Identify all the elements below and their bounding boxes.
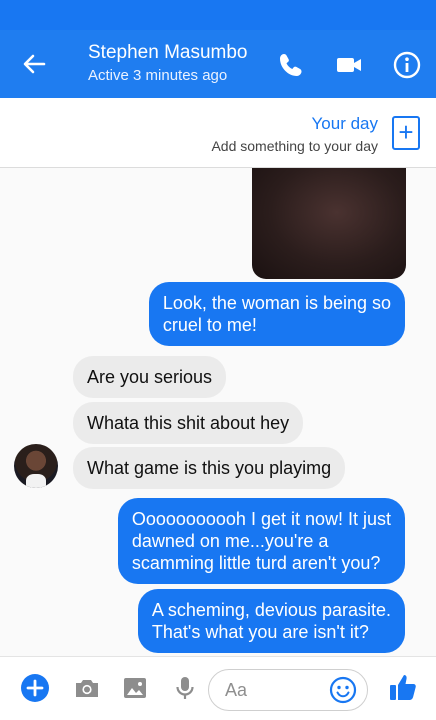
contact-avatar[interactable] <box>14 444 58 488</box>
phone-icon[interactable] <box>276 50 306 80</box>
message-line: Ooooooooooh I get it now! It just <box>131 509 391 529</box>
message-line: Whata this shit about hey <box>87 413 290 433</box>
your-day-subtitle: Add something to your day <box>211 138 378 154</box>
message-bubble-outgoing[interactable]: Look, the woman is being so cruel to me! <box>148 282 405 346</box>
message-line: What game is this you playimg <box>87 458 332 478</box>
message-bubble-outgoing[interactable]: Ooooooooooh I get it now! It just dawned… <box>117 498 405 584</box>
your-day-title[interactable]: Your day <box>312 114 378 134</box>
message-input[interactable]: Aa <box>208 669 368 711</box>
message-line: Are you serious <box>87 367 213 387</box>
message-bubble-incoming[interactable]: Are you serious <box>73 356 227 398</box>
message-bubble-outgoing[interactable]: A scheming, devious parasite. That's wha… <box>137 589 405 653</box>
message-bubble-incoming[interactable]: Whata this shit about hey <box>73 402 304 444</box>
message-list: Look, the woman is being so cruel to me!… <box>0 168 436 656</box>
message-line: Look, the woman is being so <box>162 293 391 313</box>
message-line: That's what you are isn't it? <box>151 622 369 642</box>
add-story-plus-icon[interactable]: + <box>392 116 420 150</box>
message-line: scamming little turd aren't you? <box>131 553 381 573</box>
message-bubble-incoming[interactable]: What game is this you playimg <box>73 447 346 489</box>
your-day-banner: Your day Add something to your day + <box>0 98 436 168</box>
info-icon[interactable] <box>392 50 422 80</box>
conversation-header: Stephen Masumbo Active 3 minutes ago <box>0 30 436 98</box>
contact-name[interactable]: Stephen Masumbo <box>88 42 248 64</box>
back-arrow-icon[interactable] <box>18 48 50 80</box>
like-icon[interactable] <box>388 671 418 701</box>
shared-photo[interactable] <box>252 168 406 279</box>
gallery-icon[interactable] <box>120 673 150 703</box>
active-status: Active 3 minutes ago <box>88 67 228 84</box>
message-input-placeholder: Aa <box>225 680 248 700</box>
microphone-icon[interactable] <box>170 673 200 703</box>
plus-icon[interactable] <box>20 673 50 703</box>
message-composer: Aa <box>0 656 436 720</box>
message-line: dawned on me...you're a <box>131 531 329 551</box>
message-line: A scheming, devious parasite. <box>151 600 391 620</box>
status-bar <box>0 0 436 30</box>
emoji-icon[interactable] <box>329 676 357 704</box>
camera-icon[interactable] <box>72 673 102 703</box>
video-camera-icon[interactable] <box>334 50 364 80</box>
message-line: cruel to me! <box>162 315 257 335</box>
